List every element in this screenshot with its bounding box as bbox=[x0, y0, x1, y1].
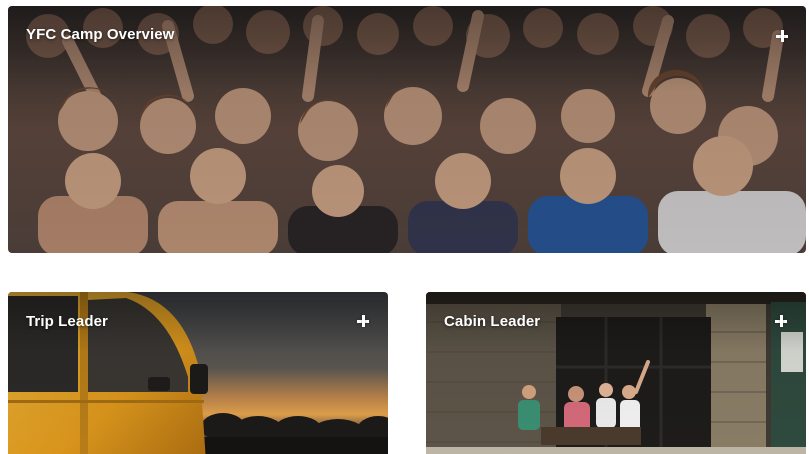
plus-icon[interactable] bbox=[775, 315, 787, 327]
plus-icon[interactable] bbox=[357, 315, 369, 327]
camp-overview-photo bbox=[8, 6, 806, 253]
plus-icon[interactable] bbox=[776, 30, 788, 42]
camp-overview-title[interactable]: YFC Camp Overview bbox=[26, 26, 174, 43]
trip-leader-title[interactable]: Trip Leader bbox=[26, 313, 108, 330]
trip-leader-card[interactable]: Trip Leader bbox=[8, 292, 388, 454]
cabin-leader-card[interactable]: Cabin Leader bbox=[426, 292, 806, 454]
cabin-leader-title[interactable]: Cabin Leader bbox=[444, 313, 540, 330]
camp-overview-card[interactable]: YFC Camp Overview bbox=[8, 6, 806, 253]
page: YFC Camp Overview Trip Leader Cabin Lead… bbox=[0, 0, 809, 454]
